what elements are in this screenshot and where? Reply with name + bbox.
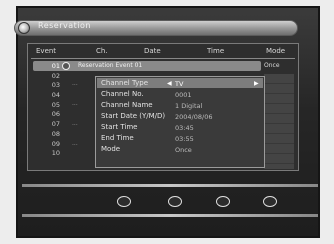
menu-logo-icon <box>18 22 30 34</box>
event-number[interactable]: 07 <box>38 120 60 130</box>
row-separator: ··· <box>72 102 78 109</box>
event-number[interactable]: 06 <box>38 110 60 120</box>
record-icon <box>62 62 70 70</box>
footer-strip-top <box>22 184 318 187</box>
footer-strip-bottom <box>22 214 318 217</box>
field-label-end-time[interactable]: End Time <box>101 134 134 142</box>
event-number[interactable]: 03 <box>38 81 60 91</box>
event-number[interactable]: 02 <box>38 72 60 82</box>
mode-column <box>264 74 294 169</box>
field-label-start-date[interactable]: Start Date (Y/M/D) <box>101 112 165 120</box>
column-header-mode: Mode <box>266 47 286 55</box>
header-divider <box>31 58 295 59</box>
event-number[interactable]: 05 <box>38 101 60 111</box>
circle-button-2-icon[interactable] <box>168 196 182 207</box>
event-number[interactable]: 08 <box>38 130 60 140</box>
field-value-start-time[interactable]: 03:45 <box>175 124 194 132</box>
field-value-mode[interactable]: Once <box>175 146 192 154</box>
field-value-start-date[interactable]: 2004/08/06 <box>175 113 212 121</box>
row-separator: ··· <box>72 142 78 149</box>
field-value-end-time[interactable]: 03:55 <box>175 135 194 143</box>
field-value-channel-type[interactable]: TV <box>175 80 183 88</box>
field-value-channel-no[interactable]: 0001 <box>175 91 192 99</box>
field-label-channel-no[interactable]: Channel No. <box>101 90 144 98</box>
circle-button-1-icon[interactable] <box>117 196 131 207</box>
window-title: Reservation <box>38 21 91 30</box>
field-label-start-time[interactable]: Start Time <box>101 123 137 131</box>
event-number[interactable]: 09 <box>38 140 60 150</box>
selected-event-mode: Once <box>264 62 280 69</box>
event-number[interactable]: 01 <box>38 62 60 72</box>
circle-button-4-icon[interactable] <box>263 196 277 207</box>
selected-event-text: Reservation Event 01 <box>78 62 143 69</box>
event-number[interactable]: 04 <box>38 91 60 101</box>
field-label-channel-type[interactable]: Channel Type <box>101 79 148 87</box>
column-header-date: Date <box>144 47 161 55</box>
column-header-event: Event <box>36 47 57 55</box>
circle-button-3-icon[interactable] <box>216 196 230 207</box>
field-label-channel-name[interactable]: Channel Name <box>101 101 153 109</box>
row-separator: ··· <box>72 82 78 89</box>
event-number-column: 01 02 03 04 05 06 07 08 09 10 <box>38 62 60 159</box>
field-label-mode[interactable]: Mode <box>101 145 120 153</box>
field-value-channel-name[interactable]: 1 Digital <box>175 102 202 110</box>
event-number[interactable]: 10 <box>38 149 60 159</box>
arrow-left-icon[interactable]: ◀ <box>167 80 172 87</box>
arrow-right-icon[interactable]: ▶ <box>254 80 259 87</box>
column-header-channel: Ch. <box>96 47 108 55</box>
column-header-time: Time <box>207 47 225 55</box>
row-separator: ··· <box>72 122 78 129</box>
